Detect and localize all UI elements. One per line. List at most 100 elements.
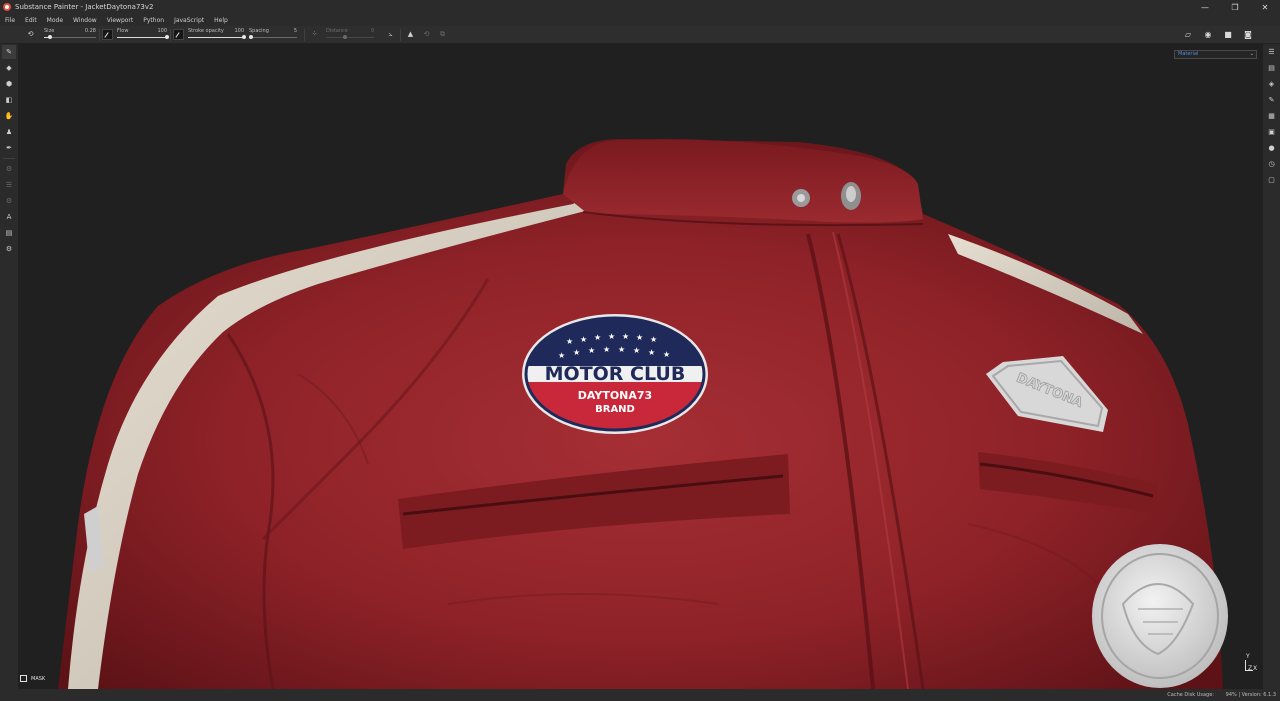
distance-value: 0 bbox=[370, 28, 374, 34]
layers-icon[interactable]: ◈ bbox=[1265, 77, 1278, 90]
svg-text:★: ★ bbox=[618, 345, 625, 354]
menu-mode[interactable]: Mode bbox=[47, 17, 63, 24]
line-distance-icon[interactable]: ⁘ bbox=[310, 30, 319, 39]
size-label: Size bbox=[44, 28, 55, 34]
mask-label: MASK bbox=[31, 675, 46, 682]
shader-settings-icon[interactable]: ● bbox=[1265, 141, 1278, 154]
history-icon[interactable]: ◷ bbox=[1265, 157, 1278, 170]
symmetry-mirror-icon: ⟲ bbox=[423, 30, 430, 38]
document-tool-icon[interactable]: ▤ bbox=[2, 226, 16, 240]
eraser-tool-icon[interactable]: ◆ bbox=[2, 61, 16, 75]
stroke-opacity-value[interactable]: 100 bbox=[234, 28, 244, 34]
lazy-mouse-icon[interactable]: ⟲ bbox=[26, 30, 35, 39]
bake-tool-icon[interactable]: ☰ bbox=[2, 178, 16, 192]
flow-slider[interactable]: Flow 100 bbox=[117, 28, 169, 42]
color-picker-tool-icon[interactable]: ✒ bbox=[2, 141, 16, 155]
shelf-icon[interactable]: ▦ bbox=[1265, 109, 1278, 122]
left-toolbar: ✎ ◆ ⬢ ◧ ✋ ♟ ✒ ⚙ ☰ ⚙ A ▤ ⚙ bbox=[0, 44, 18, 689]
svg-text:★: ★ bbox=[608, 332, 615, 341]
flow-value[interactable]: 100 bbox=[157, 28, 167, 34]
3d-viewport[interactable]: ★ ★ ★ ★ ★ ★ ★ ★ ★ ★ ★ ★ ★ ★ ★ MOTOR CLUB DAYTONA73 BR… bbox=[18, 44, 1263, 689]
window-title: Substance Painter - JacketDaytona73v2 bbox=[15, 3, 154, 11]
svg-text:★: ★ bbox=[648, 348, 655, 357]
texture-set-settings-icon[interactable]: ▤ bbox=[1265, 61, 1278, 74]
svg-text:★: ★ bbox=[566, 337, 573, 346]
symmetry-icon[interactable]: ▲ bbox=[406, 30, 415, 39]
flow-label: Flow bbox=[117, 28, 129, 34]
app-logo-icon bbox=[3, 3, 11, 11]
chevron-down-icon: ⌄ bbox=[1249, 51, 1254, 57]
mask-checkbox[interactable] bbox=[20, 675, 27, 682]
flow-slider-handle[interactable] bbox=[165, 35, 169, 39]
flow-pressure-toggle[interactable] bbox=[102, 29, 113, 40]
menu-edit[interactable]: Edit bbox=[25, 17, 37, 24]
display-settings-icon[interactable]: ▣ bbox=[1265, 125, 1278, 138]
symmetry-settings-icon: ⧉ bbox=[440, 30, 445, 38]
menu-bar: File Edit Mode Window Viewport Python Ja… bbox=[0, 14, 1280, 26]
size-slider[interactable]: Size 0.28 bbox=[44, 28, 96, 42]
opacity-pressure-toggle[interactable] bbox=[173, 29, 184, 40]
channel-select-value: Material bbox=[1178, 51, 1199, 57]
texture-set-list-icon[interactable]: ☰ bbox=[1265, 45, 1278, 58]
menu-window[interactable]: Window bbox=[73, 17, 97, 24]
menu-file[interactable]: File bbox=[5, 17, 15, 24]
minimize-button[interactable]: — bbox=[1190, 0, 1220, 14]
size-value[interactable]: 0.28 bbox=[85, 28, 96, 34]
close-button[interactable]: ✕ bbox=[1250, 0, 1280, 14]
menu-javascript[interactable]: JavaScript bbox=[174, 17, 204, 24]
svg-text:★: ★ bbox=[580, 335, 587, 344]
distance-slider-handle bbox=[343, 35, 348, 39]
projection-tool-icon[interactable]: ⬢ bbox=[2, 77, 16, 91]
menu-help[interactable]: Help bbox=[214, 17, 228, 24]
cache-disk-usage: Cache Disk Usage: bbox=[1167, 692, 1214, 698]
log-icon[interactable]: ▢ bbox=[1265, 173, 1278, 186]
polygon-fill-tool-icon[interactable]: ⚙ bbox=[2, 162, 16, 176]
geometry-mask-tool-icon[interactable]: ◧ bbox=[2, 93, 16, 107]
paint-brush-tool-icon[interactable]: ✎ bbox=[2, 45, 16, 59]
jacket-render: ★ ★ ★ ★ ★ ★ ★ ★ ★ ★ ★ ★ ★ ★ ★ MOTOR CLUB DAYTONA73 BR… bbox=[58, 139, 1228, 689]
window-controls: — ❐ ✕ bbox=[1190, 0, 1280, 14]
status-bar: Cache Disk Usage: 94% | Version: 6.1.3 bbox=[0, 689, 1280, 701]
patch-brand: BRAND bbox=[595, 404, 635, 415]
svg-text:★: ★ bbox=[622, 332, 629, 341]
viewport-toolbar: ▱ ◉ ■ ◙ bbox=[1183, 28, 1263, 42]
menu-viewport[interactable]: Viewport bbox=[107, 17, 134, 24]
axis-gizmo: Y Z X bbox=[1239, 653, 1257, 675]
mask-toggle[interactable]: MASK bbox=[20, 675, 45, 682]
jacket-collar bbox=[563, 139, 923, 223]
menu-python[interactable]: Python bbox=[143, 17, 164, 24]
svg-text:★: ★ bbox=[594, 333, 601, 342]
title-bar: Substance Painter - JacketDaytona73v2 — … bbox=[0, 0, 1280, 14]
svg-text:★: ★ bbox=[636, 333, 643, 342]
screenshot-icon[interactable]: ◙ bbox=[1243, 30, 1253, 40]
camera-frame-icon[interactable]: ▱ bbox=[1183, 30, 1193, 40]
svg-text:★: ★ bbox=[603, 345, 610, 354]
svg-text:★: ★ bbox=[558, 351, 565, 360]
channel-select[interactable]: Material ⌄ bbox=[1174, 50, 1257, 59]
axis-z-label: Z bbox=[1248, 665, 1253, 672]
stroke-opacity-slider-handle[interactable] bbox=[242, 35, 246, 39]
properties-icon[interactable]: ✎ bbox=[1265, 93, 1278, 106]
axis-y-label: Y bbox=[1246, 653, 1250, 660]
version-info: 94% | Version: 6.1.3 bbox=[1225, 692, 1276, 698]
clone-tool-icon[interactable]: ♟ bbox=[2, 125, 16, 139]
stroke-opacity-label: Stroke opacity bbox=[188, 28, 224, 34]
camera-icon[interactable]: ■ bbox=[1223, 30, 1233, 40]
maximize-button[interactable]: ❐ bbox=[1220, 0, 1250, 14]
size-slider-handle[interactable] bbox=[48, 35, 53, 39]
text-tool-icon[interactable]: A bbox=[2, 210, 16, 224]
stroke-opacity-slider[interactable]: Stroke opacity 100 bbox=[188, 28, 246, 42]
distance-slider: Distance 0 bbox=[326, 28, 374, 42]
round-emblem-badge bbox=[1092, 544, 1228, 688]
patch-subtitle: DAYTONA73 bbox=[578, 389, 652, 402]
settings-tool-icon[interactable]: ⚙ bbox=[2, 242, 16, 256]
distance-label: Distance bbox=[326, 28, 348, 34]
tool-options-bar: ⟲ Size 0.28 Flow 100 Stroke opacity 100 bbox=[0, 26, 1280, 44]
spacing-slider[interactable]: Spacing 5 bbox=[249, 28, 297, 42]
display-mode-icon[interactable]: ◉ bbox=[1203, 30, 1213, 40]
spacing-slider-handle[interactable] bbox=[249, 35, 254, 39]
stroke-angle-icon[interactable]: ⦣ bbox=[386, 30, 395, 39]
spacing-value[interactable]: 5 bbox=[294, 28, 297, 34]
smudge-tool-icon[interactable]: ✋ bbox=[2, 109, 16, 123]
layer-tool-icon[interactable]: ⚙ bbox=[2, 194, 16, 208]
